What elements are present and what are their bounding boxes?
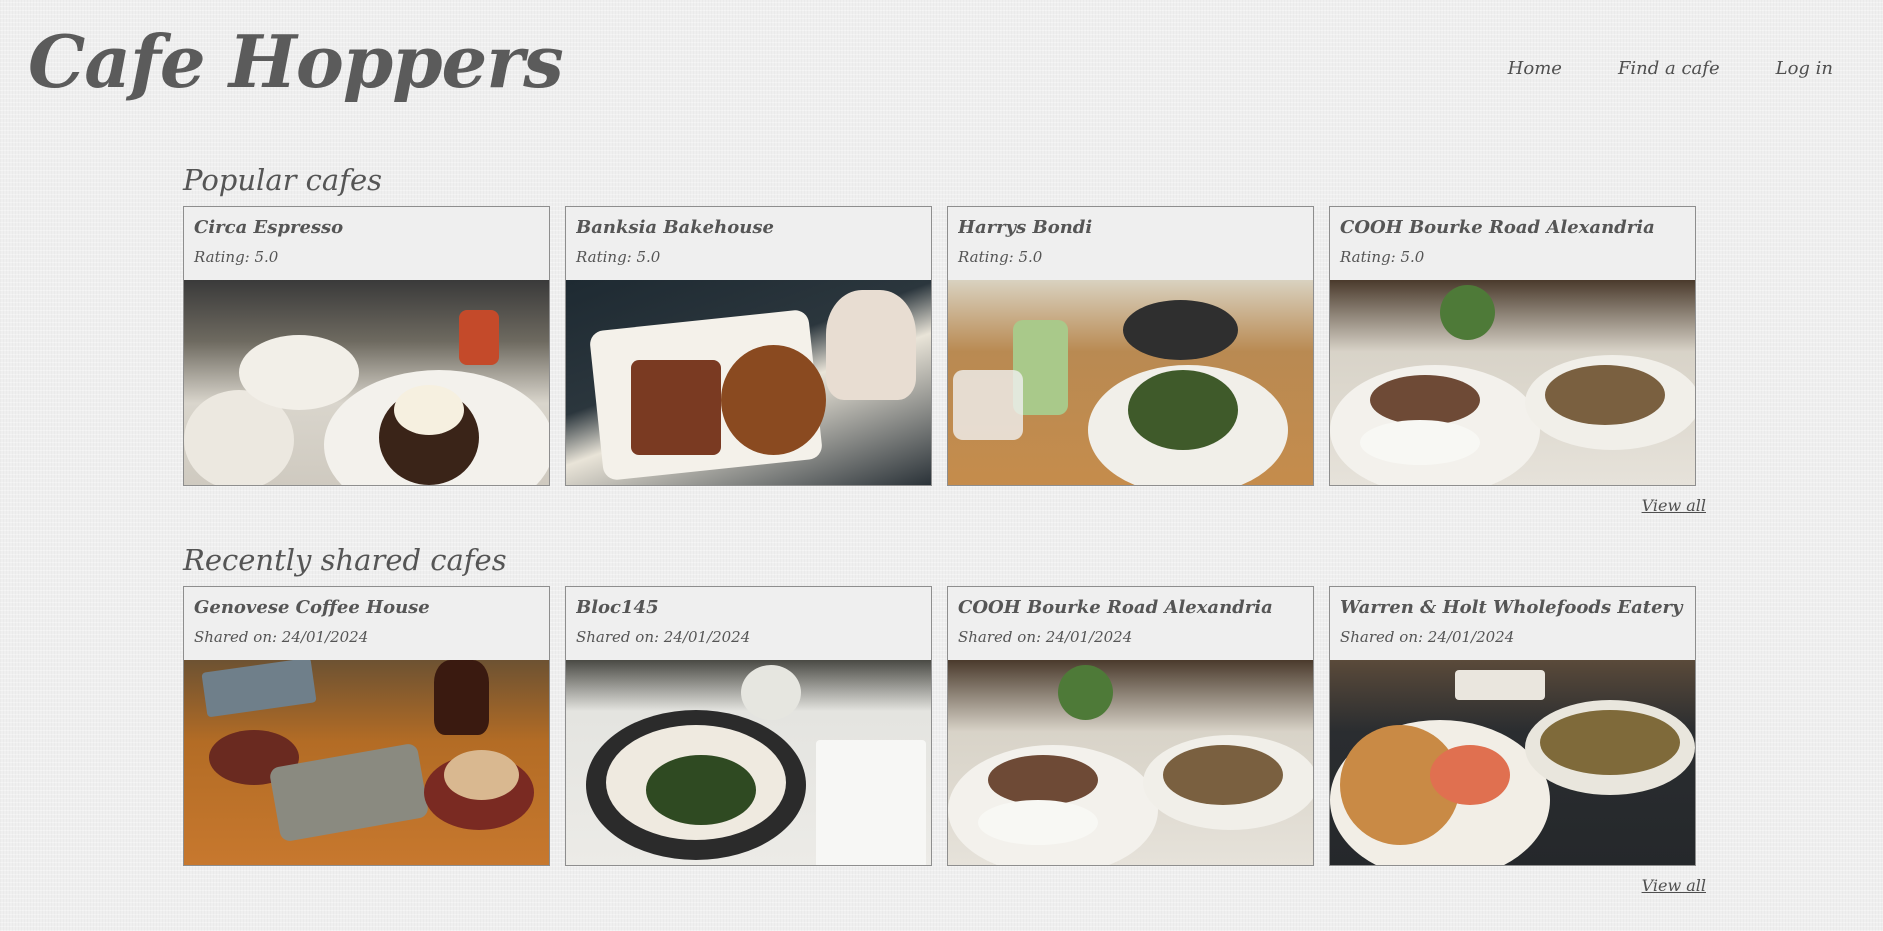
- popular-cafes-heading: Popular cafes: [183, 163, 382, 197]
- cafe-card[interactable]: COOH Bourke Road Alexandria Shared on: 2…: [947, 586, 1314, 866]
- cafe-photo[interactable]: [184, 660, 549, 865]
- cafe-shared-date: Shared on: 24/01/2024: [958, 628, 1133, 646]
- card-header: Banksia Bakehouse Rating: 5.0: [566, 207, 931, 280]
- cafe-name: COOH Bourke Road Alexandria: [1340, 217, 1655, 238]
- cafe-name: Genovese Coffee House: [194, 597, 430, 618]
- cafe-rating: Rating: 5.0: [194, 248, 279, 266]
- recent-cafes-grid: Genovese Coffee House Shared on: 24/01/2…: [183, 586, 1706, 866]
- cafe-photo[interactable]: [566, 660, 931, 865]
- recent-cafes-heading: Recently shared cafes: [183, 543, 507, 577]
- cafe-card[interactable]: COOH Bourke Road Alexandria Rating: 5.0: [1329, 206, 1696, 486]
- site-title[interactable]: Cafe Hoppers: [28, 22, 564, 101]
- cafe-shared-date: Shared on: 24/01/2024: [1340, 628, 1515, 646]
- cafe-name: Warren & Holt Wholefoods Eatery: [1340, 597, 1683, 618]
- cafe-name: Circa Espresso: [194, 217, 344, 238]
- cafe-shared-date: Shared on: 24/01/2024: [576, 628, 751, 646]
- cafe-rating: Rating: 5.0: [576, 248, 661, 266]
- cafe-card[interactable]: Circa Espresso Rating: 5.0: [183, 206, 550, 486]
- cafe-photo[interactable]: [948, 660, 1313, 865]
- nav-find-cafe-link[interactable]: Find a cafe: [1618, 58, 1720, 79]
- cafe-card[interactable]: Warren & Holt Wholefoods Eatery Shared o…: [1329, 586, 1696, 866]
- popular-cafes-section: Popular cafes Circa Espresso Rating: 5.0…: [183, 160, 1706, 515]
- main-nav: Home Find a cafe Log in: [1508, 58, 1833, 79]
- cafe-name: Banksia Bakehouse: [576, 217, 774, 238]
- card-header: COOH Bourke Road Alexandria Rating: 5.0: [1330, 207, 1695, 280]
- cafe-photo[interactable]: [1330, 660, 1695, 865]
- card-header: Genovese Coffee House Shared on: 24/01/2…: [184, 587, 549, 660]
- cafe-shared-date: Shared on: 24/01/2024: [194, 628, 369, 646]
- cafe-rating: Rating: 5.0: [1340, 248, 1425, 266]
- card-header: COOH Bourke Road Alexandria Shared on: 2…: [948, 587, 1313, 660]
- recent-cafes-section: Recently shared cafes Genovese Coffee Ho…: [183, 540, 1706, 895]
- nav-home-link[interactable]: Home: [1508, 58, 1562, 79]
- cafe-name: Bloc145: [576, 597, 659, 618]
- cafe-photo[interactable]: [566, 280, 931, 485]
- nav-login-link[interactable]: Log in: [1776, 58, 1833, 79]
- card-header: Warren & Holt Wholefoods Eatery Shared o…: [1330, 587, 1695, 660]
- cafe-card[interactable]: Genovese Coffee House Shared on: 24/01/2…: [183, 586, 550, 866]
- card-header: Harrys Bondi Rating: 5.0: [948, 207, 1313, 280]
- cafe-photo[interactable]: [184, 280, 549, 485]
- cafe-name: Harrys Bondi: [958, 217, 1093, 238]
- card-header: Bloc145 Shared on: 24/01/2024: [566, 587, 931, 660]
- cafe-photo[interactable]: [948, 280, 1313, 485]
- card-header: Circa Espresso Rating: 5.0: [184, 207, 549, 280]
- cafe-photo[interactable]: [1330, 280, 1695, 485]
- cafe-card[interactable]: Bloc145 Shared on: 24/01/2024: [565, 586, 932, 866]
- cafe-rating: Rating: 5.0: [958, 248, 1043, 266]
- cafe-card[interactable]: Harrys Bondi Rating: 5.0: [947, 206, 1314, 486]
- view-all-recent-link[interactable]: View all: [183, 876, 1706, 895]
- view-all-popular-link[interactable]: View all: [183, 496, 1706, 515]
- popular-cafes-grid: Circa Espresso Rating: 5.0 Banksia Bakeh…: [183, 206, 1706, 486]
- cafe-name: COOH Bourke Road Alexandria: [958, 597, 1273, 618]
- cafe-card[interactable]: Banksia Bakehouse Rating: 5.0: [565, 206, 932, 486]
